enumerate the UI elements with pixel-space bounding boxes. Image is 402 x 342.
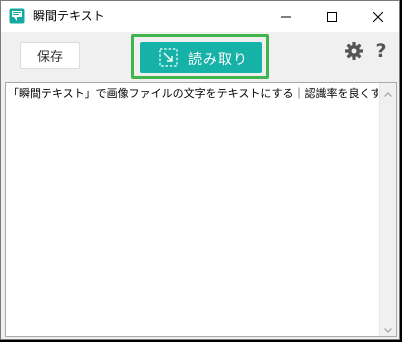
read-button-label: 読み取り [188, 52, 248, 68]
close-icon [372, 7, 384, 26]
gear-icon [344, 42, 364, 65]
toolbar: 保存 読み取り ? [1, 32, 399, 82]
app-logo-icon [9, 8, 25, 24]
window-title: 瞬間テキスト [33, 9, 105, 23]
vertical-scrollbar[interactable] [379, 83, 396, 336]
maximize-button[interactable] [309, 1, 355, 32]
save-button[interactable]: 保存 [20, 42, 80, 69]
maximize-icon [327, 7, 337, 26]
chevron-up-icon [384, 82, 392, 101]
app-window: 瞬間テキスト 保存 読み取り ? 「瞬間テキスト」で画像ファイルの文字をテキスト… [0, 0, 400, 340]
chevron-down-icon [384, 318, 392, 337]
minimize-button[interactable] [263, 1, 309, 32]
read-button[interactable]: 読み取り [140, 42, 262, 73]
minimize-icon [281, 7, 291, 26]
scroll-down-button[interactable] [380, 319, 396, 336]
close-button[interactable] [355, 1, 399, 32]
text-editor[interactable]: 「瞬間テキスト」で画像ファイルの文字をテキストにする｜認識率を良くする [5, 82, 397, 337]
settings-button[interactable] [344, 41, 366, 63]
editor-text[interactable]: 「瞬間テキスト」で画像ファイルの文字をテキストにする｜認識率を良くする [8, 87, 378, 101]
help-button[interactable]: ? [371, 38, 391, 64]
title-bar[interactable]: 瞬間テキスト [1, 1, 399, 32]
scroll-up-button[interactable] [380, 83, 396, 100]
screen-capture-icon [159, 48, 178, 67]
